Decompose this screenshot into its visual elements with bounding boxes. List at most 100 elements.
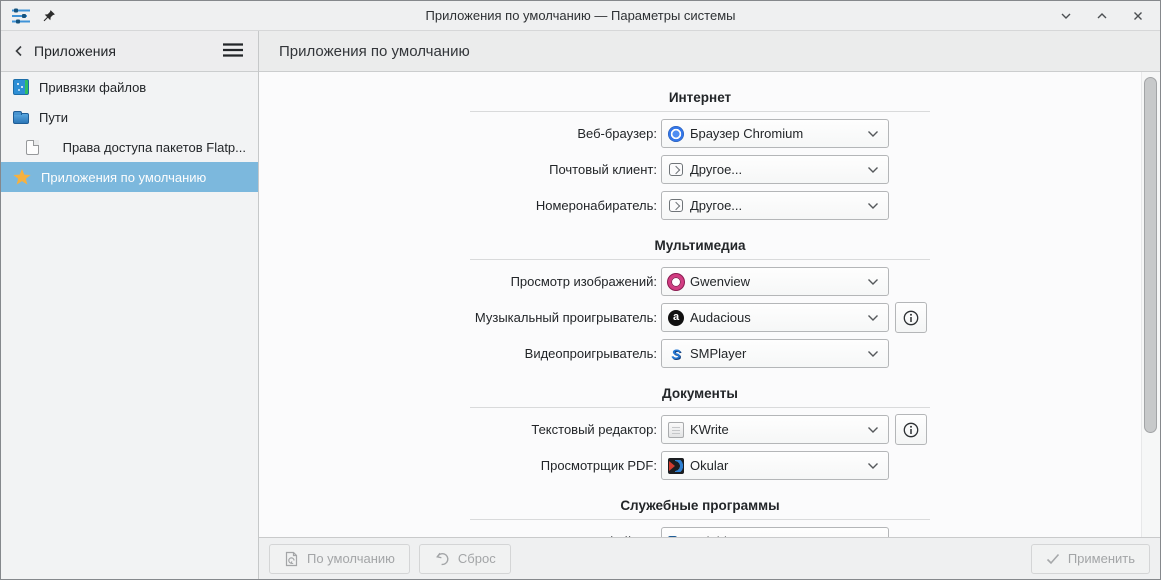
music-player-label: Музыкальный проигрыватель: <box>470 310 661 325</box>
maximize-button[interactable] <box>1094 8 1110 24</box>
sidebar-item-default-applications[interactable]: Приложения по умолчанию <box>1 162 258 192</box>
hamburger-menu-button[interactable] <box>220 40 246 63</box>
info-icon <box>902 309 920 327</box>
file-associations-icon <box>13 79 29 95</box>
section-separator <box>470 407 930 408</box>
chevron-down-icon <box>867 130 882 138</box>
minimize-button[interactable] <box>1058 8 1074 24</box>
check-icon <box>1046 553 1060 565</box>
row-file-manager: Диспетчер файлов: Dolphin <box>470 527 930 537</box>
section-title-internet: Интернет <box>470 88 930 108</box>
smplayer-icon <box>668 346 684 362</box>
section-title-documents: Документы <box>470 384 930 404</box>
section-separator <box>470 519 930 520</box>
dialer-combobox[interactable]: Другое... <box>661 191 889 220</box>
text-editor-label: Текстовый редактор: <box>470 422 661 437</box>
section-title-utilities: Служебные программы <box>470 496 930 516</box>
combobox-value: KWrite <box>690 422 861 437</box>
web-browser-label: Веб-браузер: <box>470 126 661 141</box>
sidebar-header: Приложения <box>1 31 258 72</box>
chevron-down-icon <box>867 278 882 286</box>
chevron-down-icon <box>867 462 882 470</box>
row-pdf-viewer: Просмотрщик PDF: Okular <box>470 451 930 480</box>
row-image-viewer: Просмотр изображений: Gwenview <box>470 267 930 296</box>
footer-bar: По умолчанию Сброс Применить <box>259 537 1160 579</box>
back-button[interactable]: Приложения <box>13 43 116 59</box>
chevron-down-icon <box>867 202 882 210</box>
pdf-viewer-combobox[interactable]: Okular <box>661 451 889 480</box>
okular-icon <box>668 458 684 474</box>
row-web-browser: Веб-браузер: Браузер Chromium <box>470 119 930 148</box>
combobox-value: Другое... <box>690 198 861 213</box>
sidebar-item-label: Приложения по умолчанию <box>41 170 206 185</box>
kwrite-icon <box>668 422 684 438</box>
content-header: Приложения по умолчанию <box>259 31 1160 72</box>
titlebar: Приложения по умолчанию — Параметры сист… <box>1 1 1160 31</box>
row-email-client: Почтовый клиент: Другое... <box>470 155 930 184</box>
combobox-value: Gwenview <box>690 274 861 289</box>
content-scroll-area: Интернет Веб-браузер: Браузер Chromium П… <box>259 72 1160 537</box>
scrollbar-track[interactable] <box>1141 72 1160 537</box>
chevron-down-icon <box>867 426 882 434</box>
section-separator <box>470 259 930 260</box>
dialer-label: Номеронабиратель: <box>470 198 661 213</box>
other-app-icon <box>669 199 683 212</box>
gwenview-icon <box>668 274 684 290</box>
apply-button[interactable]: Применить <box>1031 544 1150 574</box>
sidebar: Приложения Привязки файлов Пути Права до… <box>1 31 259 579</box>
combobox-value: Браузер Chromium <box>690 126 861 141</box>
video-player-label: Видеопроигрыватель: <box>470 346 661 361</box>
chevron-down-icon <box>867 166 882 174</box>
audacious-icon <box>668 310 684 326</box>
email-client-combobox[interactable]: Другое... <box>661 155 889 184</box>
reset-button[interactable]: Сброс <box>419 544 511 574</box>
image-viewer-combobox[interactable]: Gwenview <box>661 267 889 296</box>
music-player-combobox[interactable]: Audacious <box>661 303 889 332</box>
back-label: Приложения <box>34 43 116 59</box>
combobox-value: Другое... <box>690 162 861 177</box>
system-settings-window: Приложения по умолчанию — Параметры сист… <box>0 0 1161 580</box>
window-title: Приложения по умолчанию — Параметры сист… <box>1 8 1160 23</box>
sidebar-item-flatpak-permissions[interactable]: Права доступа пакетов Flatp... <box>1 132 258 162</box>
undo-icon <box>434 551 450 567</box>
scrollbar-thumb[interactable] <box>1144 77 1157 433</box>
combobox-value: SMPlayer <box>690 346 861 361</box>
row-dialer: Номеронабиратель: Другое... <box>470 191 930 220</box>
row-video-player: Видеопроигрыватель: SMPlayer <box>470 339 930 368</box>
web-browser-combobox[interactable]: Браузер Chromium <box>661 119 889 148</box>
sidebar-list: Привязки файлов Пути Права доступа пакет… <box>1 72 258 192</box>
defaults-button-label: По умолчанию <box>307 551 395 566</box>
text-editor-info-button[interactable] <box>895 414 927 445</box>
chevron-down-icon <box>867 350 882 358</box>
close-button[interactable] <box>1130 8 1146 24</box>
text-editor-combobox[interactable]: KWrite <box>661 415 889 444</box>
document-revert-icon <box>284 551 299 567</box>
combobox-value: Audacious <box>690 310 861 325</box>
video-player-combobox[interactable]: SMPlayer <box>661 339 889 368</box>
info-icon <box>902 421 920 439</box>
music-player-info-button[interactable] <box>895 302 927 333</box>
sidebar-item-file-associations[interactable]: Привязки файлов <box>1 72 258 102</box>
document-icon <box>26 140 39 155</box>
chevron-down-icon <box>867 314 882 322</box>
file-manager-combobox[interactable]: Dolphin <box>661 527 889 537</box>
chromium-icon <box>668 126 684 142</box>
star-icon <box>13 169 31 186</box>
sidebar-item-label: Пути <box>39 110 68 125</box>
pdf-viewer-label: Просмотрщик PDF: <box>470 458 661 473</box>
other-app-icon <box>669 163 683 176</box>
section-separator <box>470 111 930 112</box>
section-title-multimedia: Мультимедиа <box>470 236 930 256</box>
defaults-button[interactable]: По умолчанию <box>269 544 410 574</box>
sidebar-item-label: Права доступа пакетов Flatp... <box>63 140 246 155</box>
folder-icon <box>13 113 29 124</box>
row-music-player: Музыкальный проигрыватель: Audacious <box>470 303 930 332</box>
row-text-editor: Текстовый редактор: KWrite <box>470 415 930 444</box>
page-title: Приложения по умолчанию <box>279 43 470 60</box>
reset-button-label: Сброс <box>458 551 496 566</box>
email-client-label: Почтовый клиент: <box>470 162 661 177</box>
apply-button-label: Применить <box>1068 551 1135 566</box>
image-viewer-label: Просмотр изображений: <box>470 274 661 289</box>
sidebar-item-paths[interactable]: Пути <box>1 102 258 132</box>
combobox-value: Okular <box>690 458 861 473</box>
